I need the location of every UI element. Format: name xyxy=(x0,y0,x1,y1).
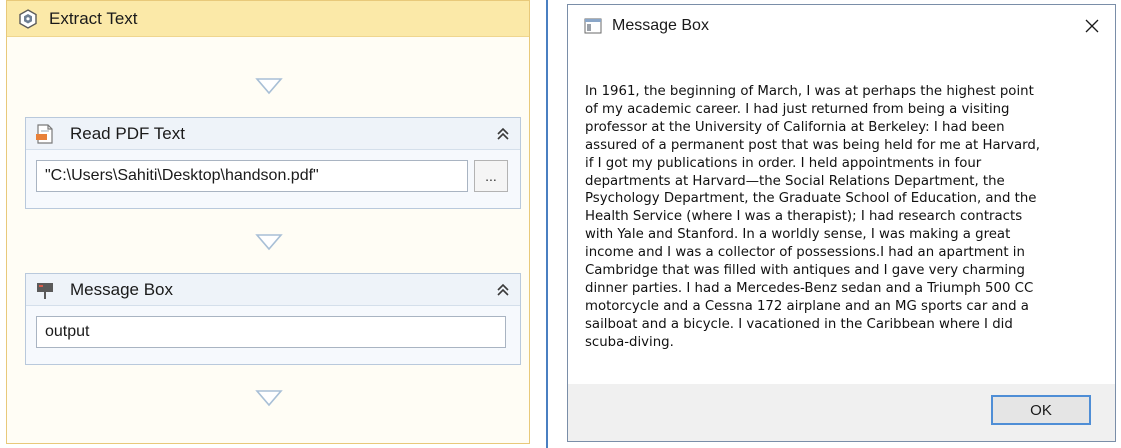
collapse-chevrons-icon[interactable] xyxy=(492,123,514,145)
message-text: In 1961, the beginning of March, I was a… xyxy=(585,84,1041,350)
panel-divider xyxy=(546,0,548,448)
file-path-input[interactable]: "C:\Users\Sahiti\Desktop\handson.pdf" xyxy=(36,160,468,192)
activity-title: Read PDF Text xyxy=(70,123,185,143)
drop-zone-arrow-icon[interactable] xyxy=(255,77,283,95)
activity-read-pdf-text[interactable]: Read PDF Text "C:\Users\Sahiti\Desktop\h… xyxy=(25,117,521,209)
sequence-title: Extract Text xyxy=(49,8,138,28)
activity-body: output xyxy=(26,306,520,358)
dialog-content: In 1961, the beginning of March, I was a… xyxy=(568,47,1115,384)
close-button[interactable] xyxy=(1069,5,1115,47)
window-icon xyxy=(584,18,602,34)
sequence-header[interactable]: Extract Text xyxy=(7,1,529,37)
activity-header[interactable]: Message Box xyxy=(26,274,520,306)
activity-body: "C:\Users\Sahiti\Desktop\handson.pdf" ..… xyxy=(26,150,520,202)
ok-button[interactable]: OK xyxy=(991,395,1091,425)
drop-zone-arrow-icon[interactable] xyxy=(255,389,283,407)
close-icon xyxy=(1085,19,1099,33)
message-text-input[interactable]: output xyxy=(36,316,506,348)
message-box-icon xyxy=(34,279,56,301)
dialog-title-bar[interactable]: Message Box xyxy=(568,5,1115,47)
activity-header[interactable]: Read PDF Text xyxy=(26,118,520,150)
drop-zone-arrow-icon[interactable] xyxy=(255,233,283,251)
browse-button[interactable]: ... xyxy=(474,160,508,192)
collapse-chevrons-icon[interactable] xyxy=(492,279,514,301)
dialog-title: Message Box xyxy=(612,17,709,34)
sequence-icon xyxy=(17,8,39,30)
sequence-container: Extract Text Read PDF Text "C:\Users\Sah… xyxy=(6,0,530,444)
activity-message-box[interactable]: Message Box output xyxy=(25,273,521,365)
pdf-document-icon xyxy=(34,123,56,145)
activity-title: Message Box xyxy=(70,279,173,299)
message-box-dialog: Message Box In 1961, the beginning of Ma… xyxy=(567,4,1116,442)
